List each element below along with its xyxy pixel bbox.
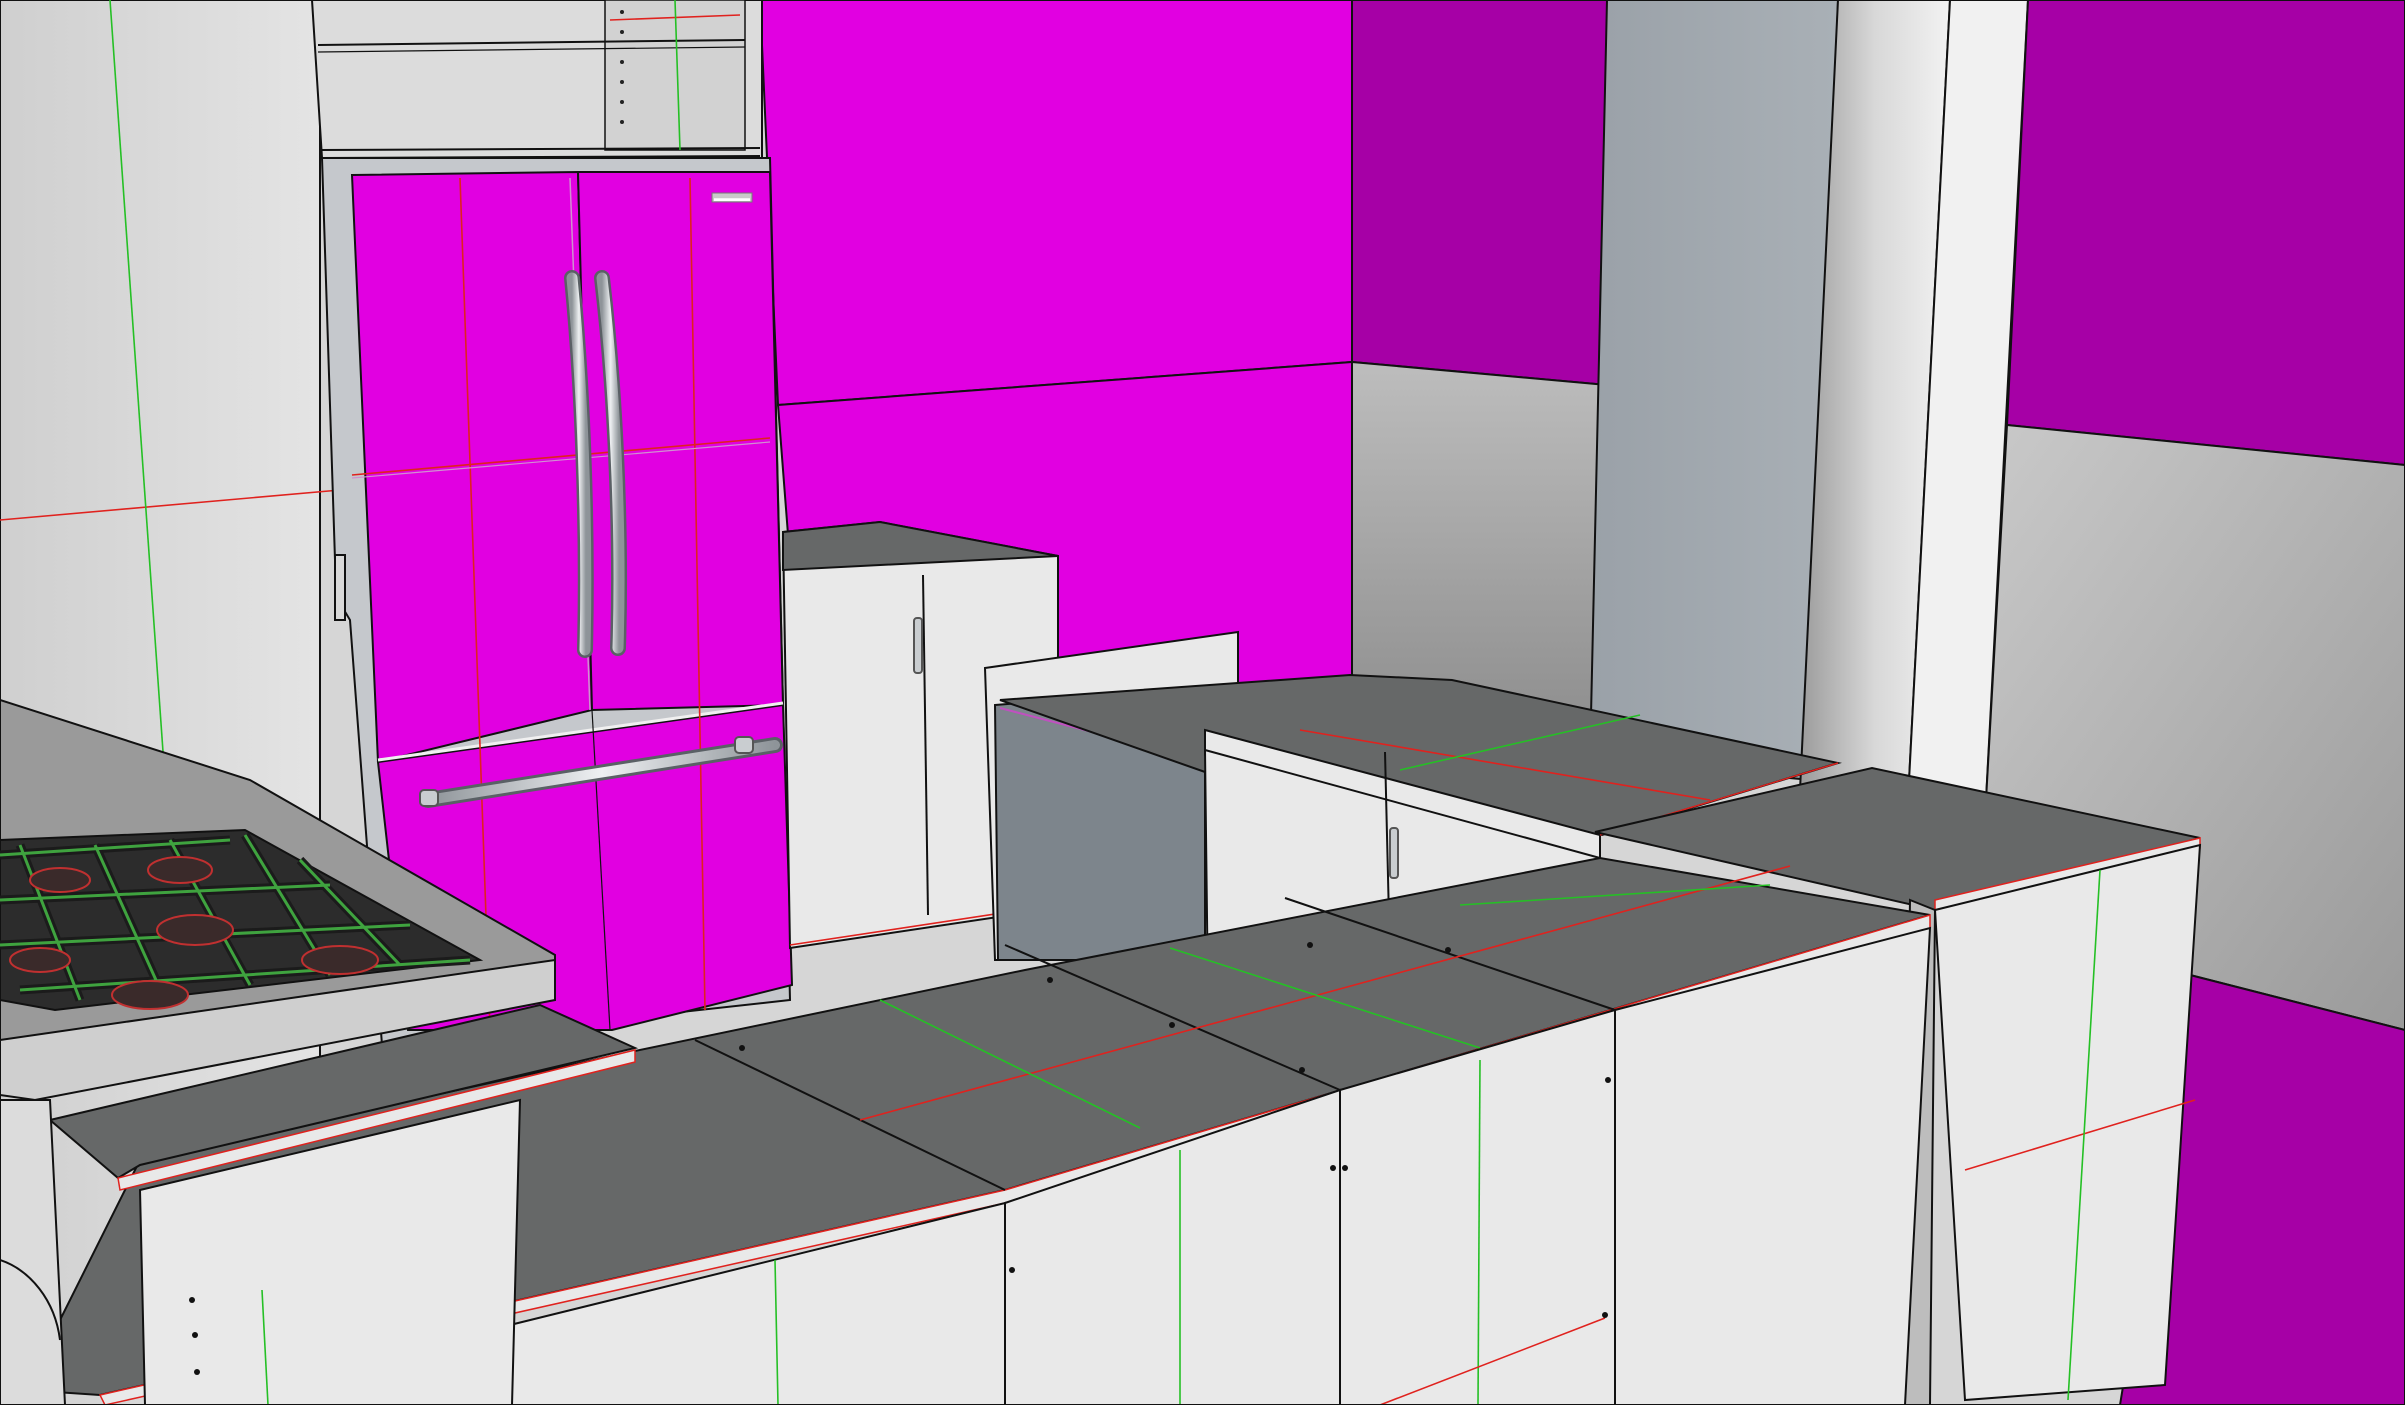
- fridge-left-door[interactable]: [350, 170, 594, 764]
- dishwasher-panel[interactable]: [983, 630, 1239, 961]
- svg-text:▬▬▬▬: ▬▬▬▬: [714, 193, 750, 203]
- upper-shelf-unit[interactable]: [310, 0, 763, 159]
- 3d-viewport[interactable]: ▬▬▬▬: [0, 0, 2405, 1405]
- island-cabinet-door[interactable]: [1614, 926, 1932, 1405]
- cabinet-handle[interactable]: [1389, 827, 1399, 879]
- fridge-brand-badge: ▬▬▬▬: [711, 192, 753, 203]
- alcove-wall-dark-magenta[interactable]: [1351, 0, 1609, 742]
- cabinet-handle[interactable]: [913, 617, 923, 674]
- steel-column[interactable]: [1588, 0, 1840, 782]
- viewport-canvas[interactable]: ▬▬▬▬: [0, 0, 2405, 1405]
- side-panel-handle[interactable]: [334, 554, 346, 621]
